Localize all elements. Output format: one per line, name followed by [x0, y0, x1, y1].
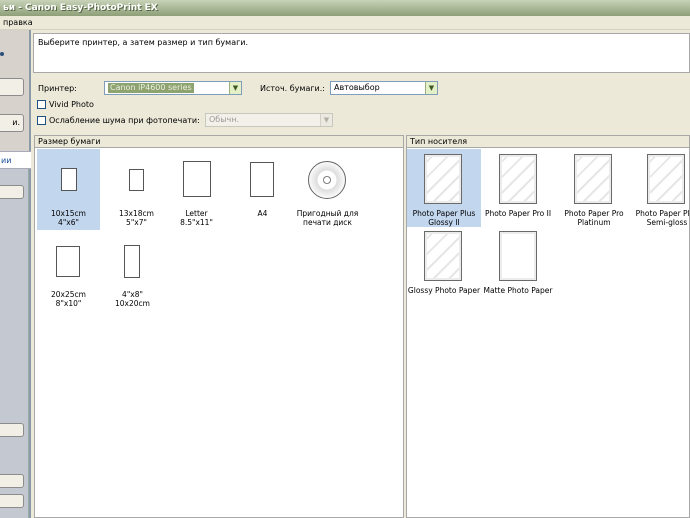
- menu-bar: правка: [0, 16, 690, 30]
- noise-reduction-value: Обычн.: [209, 115, 240, 124]
- paper-size-label-line1: Letter: [185, 209, 208, 218]
- media-label-line1: Photo Paper Plus: [412, 209, 476, 218]
- paper-size-letter[interactable]: Letter 8.5"x11": [165, 149, 228, 230]
- paper-size-label-line1: 10x15cm: [51, 209, 86, 218]
- sidebar-panel: [0, 169, 29, 518]
- paper-size-13x18[interactable]: 13x18cm 5"x7": [105, 149, 168, 230]
- window-title: ьи - Canon Easy-PhotoPrint EX: [3, 3, 158, 13]
- media-label-line1: Photo Paper Plus: [635, 209, 690, 218]
- step-indicator-dot: [0, 52, 4, 56]
- printer-select[interactable]: Canon iP4600 series ▼: [104, 81, 242, 95]
- media-photo-paper-plus-glossy-ii[interactable]: Photo Paper Plus Glossy II: [407, 149, 481, 227]
- noise-reduction-checkbox[interactable]: [37, 116, 46, 125]
- media-type-title: Тип носителя: [410, 137, 468, 146]
- paper-size-label-line1: 13x18cm: [119, 209, 154, 218]
- paper-size-label-line2: 4"x6": [58, 218, 79, 227]
- paper-sheet-icon: [250, 162, 274, 197]
- menu-item-help[interactable]: правка: [3, 18, 33, 27]
- paper-size-panel: 10x15cm 4"x6" 13x18cm 5"x7" Letter 8.5"x…: [34, 147, 404, 518]
- media-photo-paper-pro-platinum[interactable]: Photo Paper Pro Platinum: [557, 149, 631, 227]
- paper-source-select[interactable]: Автовыбор ▼: [330, 81, 438, 95]
- media-label-line1: Glossy Photo Paper: [407, 286, 481, 295]
- paper-size-label-line2: 10x20cm: [115, 299, 150, 308]
- glossy-paper-icon: [424, 231, 462, 281]
- noise-reduction-select[interactable]: Обычн. ▼: [205, 113, 333, 127]
- paper-source-value: Автовыбор: [334, 83, 380, 92]
- paper-size-20x25[interactable]: 20x25cm 8"x10": [37, 238, 100, 313]
- sidebar-tab-paper[interactable]: ии: [0, 151, 31, 169]
- paper-size-printable-disc[interactable]: Пригодный для печати диск: [290, 149, 365, 230]
- paper-sheet-icon: [124, 245, 140, 278]
- sidebar-tab-label: ии: [1, 156, 12, 165]
- paper-size-label-line2: 8.5"x11": [180, 218, 213, 227]
- window-title-bar[interactable]: ьи - Canon Easy-PhotoPrint EX: [0, 0, 690, 16]
- instruction-text: Выберите принтер, а затем размер и тип б…: [38, 38, 249, 47]
- media-label-line2: Glossy II: [428, 218, 460, 227]
- chevron-down-icon: ▼: [425, 82, 437, 94]
- media-photo-paper-plus-semi-gloss[interactable]: Photo Paper Plus Semi-gloss: [631, 149, 690, 227]
- paper-size-a4[interactable]: A4: [231, 149, 294, 230]
- paper-size-label-line2: 8"x10": [55, 299, 82, 308]
- paper-source-label: Источ. бумаги.:: [260, 84, 325, 93]
- glossy-paper-icon: [499, 154, 537, 204]
- media-matte-photo-paper[interactable]: Matte Photo Paper: [481, 230, 555, 300]
- media-label-line1: Photo Paper Pro II: [484, 209, 552, 218]
- media-type-panel: Photo Paper Plus Glossy II Photo Paper P…: [406, 147, 690, 518]
- vivid-photo-checkbox[interactable]: [37, 100, 46, 109]
- vivid-photo-label: Vivid Photo: [49, 100, 94, 109]
- paper-size-title: Размер бумаги: [38, 137, 101, 146]
- disc-icon: [308, 161, 346, 199]
- paper-size-label-line2: печати диск: [303, 218, 352, 227]
- media-glossy-photo-paper[interactable]: Glossy Photo Paper: [407, 230, 481, 300]
- paper-sheet-icon: [183, 161, 211, 197]
- paper-size-4x8[interactable]: 4"x8" 10x20cm: [101, 238, 164, 313]
- glossy-paper-icon: [647, 154, 685, 204]
- printer-select-value: Canon iP4600 series: [108, 83, 194, 93]
- sidebar-button-1[interactable]: [0, 78, 24, 96]
- paper-size-label-line1: A4: [257, 209, 268, 218]
- paper-sheet-icon: [56, 246, 80, 277]
- noise-reduction-label: Ослабление шума при фотопечати:: [49, 116, 200, 125]
- sidebar-panel-button-4[interactable]: [0, 494, 24, 508]
- media-label-line1: Matte Photo Paper: [483, 286, 553, 295]
- media-photo-paper-pro-ii[interactable]: Photo Paper Pro II: [481, 149, 555, 227]
- paper-size-10x15[interactable]: 10x15cm 4"x6": [37, 149, 100, 230]
- matte-paper-icon: [499, 231, 537, 281]
- sidebar-panel-button-3[interactable]: [0, 474, 24, 488]
- chevron-down-icon: ▼: [229, 82, 241, 94]
- sidebar: и. ии: [0, 30, 31, 518]
- media-label-line1: Photo Paper Pro: [564, 209, 624, 218]
- sidebar-button-2-label: и.: [12, 118, 20, 127]
- glossy-paper-icon: [574, 154, 612, 204]
- sidebar-button-2[interactable]: и.: [0, 114, 24, 132]
- media-label-line2: Platinum: [577, 218, 611, 227]
- chevron-down-icon: ▼: [320, 114, 332, 126]
- glossy-paper-icon: [424, 154, 462, 204]
- paper-sheet-icon: [61, 168, 77, 191]
- paper-size-label-line1: 20x25cm: [51, 290, 86, 299]
- media-type-header: Тип носителя: [406, 135, 690, 147]
- paper-size-label-line1: Пригодный для: [296, 209, 359, 218]
- paper-size-label-line2: 5"x7": [126, 218, 147, 227]
- paper-size-header: Размер бумаги: [34, 135, 404, 147]
- paper-size-label-line1: 4"x8": [122, 290, 143, 299]
- paper-sheet-icon: [129, 169, 144, 191]
- media-label-line2: Semi-gloss: [646, 218, 688, 227]
- instruction-box: Выберите принтер, а затем размер и тип б…: [33, 33, 690, 73]
- sidebar-panel-button-2[interactable]: [0, 423, 24, 437]
- printer-label: Принтер:: [38, 84, 77, 93]
- sidebar-panel-button-1[interactable]: [0, 185, 24, 199]
